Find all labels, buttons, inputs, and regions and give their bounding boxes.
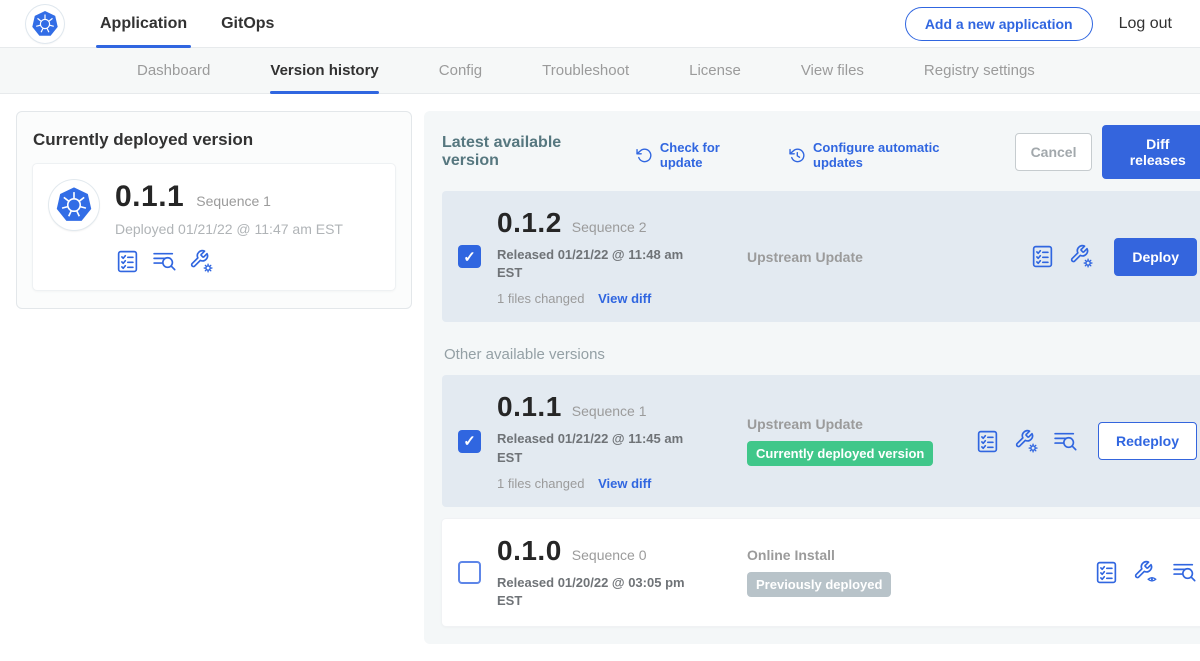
currently-deployed-badge: Currently deployed version [747,441,933,466]
deployed-sequence-label: Sequence 1 [196,193,271,209]
view-config-wrench-eye-icon[interactable] [1133,560,1158,585]
sequence-label: Sequence 0 [572,547,647,563]
view-files-search-icon[interactable] [152,249,177,274]
version-source-label: Upstream Update [747,416,863,432]
refresh-icon [636,147,653,164]
view-diff-link[interactable]: View diff [598,291,651,306]
currently-deployed-title: Currently deployed version [33,130,395,150]
check-for-update-label: Check for update [660,140,764,170]
other-versions-heading: Other available versions [444,346,1200,363]
version-checkbox[interactable]: ✓ [458,430,481,453]
edit-config-wrench-gear-icon[interactable] [1069,244,1094,269]
tab-license[interactable]: License [689,48,741,93]
edit-config-wrench-gear-icon[interactable] [1014,429,1039,454]
kubernetes-logo[interactable] [26,5,64,43]
diff-releases-button[interactable]: Diff releases [1102,125,1200,179]
check-for-update-link[interactable]: Check for update [636,140,763,170]
currently-deployed-panel: Currently deployed version [16,111,412,309]
view-diff-link[interactable]: View diff [598,476,651,491]
add-new-application-button[interactable]: Add a new application [905,7,1093,41]
schedule-refresh-clock-icon [789,147,806,164]
version-source-label: Upstream Update [747,249,863,265]
app-logo [49,180,99,230]
configure-automatic-updates-label: Configure automatic updates [813,140,989,170]
tab-version-history[interactable]: Version history [270,48,378,93]
release-notes-checklist-icon[interactable] [115,249,140,274]
released-timestamp: Released 01/20/22 @ 03:05 pm EST [497,574,697,610]
released-timestamp: Released 01/21/22 @ 11:45 am EST [497,430,697,466]
kubernetes-logo-icon [55,186,93,224]
version-row-0-1-1: ✓ 0.1.1 Sequence 1 Released 01/21/22 @ 1… [442,375,1200,506]
top-nav: Application GitOps Add a new application… [0,0,1200,48]
version-number: 0.1.0 [497,535,562,567]
previously-deployed-badge: Previously deployed [747,572,891,597]
kubernetes-logo-icon [31,10,59,38]
edit-config-wrench-gear-icon[interactable] [189,249,214,274]
logout-link[interactable]: Log out [1119,15,1172,33]
deployed-version-card: 0.1.1 Sequence 1 Deployed 01/21/22 @ 11:… [33,164,395,290]
latest-available-title: Latest available version [442,134,618,170]
nav-tab-gitops[interactable]: GitOps [221,0,274,48]
view-files-search-icon[interactable] [1172,560,1197,585]
sequence-label: Sequence 1 [572,403,647,419]
released-timestamp: Released 01/21/22 @ 11:48 am EST [497,246,697,282]
version-checkbox[interactable]: ✓ [458,245,481,268]
app-sub-nav: Dashboard Version history Config Trouble… [0,48,1200,94]
tab-config[interactable]: Config [439,48,482,93]
version-number: 0.1.1 [497,391,562,423]
version-checkbox[interactable] [458,561,481,584]
tab-registry-settings[interactable]: Registry settings [924,48,1035,93]
version-number: 0.1.2 [497,207,562,239]
version-source-label: Online Install [747,547,835,563]
deployed-version-number: 0.1.1 [115,180,184,214]
sequence-label: Sequence 2 [572,219,647,235]
version-row-0-1-0: 0.1.0 Sequence 0 Released 01/20/22 @ 03:… [442,519,1200,626]
release-notes-checklist-icon[interactable] [1094,560,1119,585]
tab-troubleshoot[interactable]: Troubleshoot [542,48,629,93]
redeploy-button[interactable]: Redeploy [1098,422,1197,460]
version-row-0-1-2: ✓ 0.1.2 Sequence 2 Released 01/21/22 @ 1… [442,191,1200,322]
release-notes-checklist-icon[interactable] [1030,244,1055,269]
deployed-timestamp: Deployed 01/21/22 @ 11:47 am EST [115,221,343,237]
cancel-button[interactable]: Cancel [1015,133,1093,171]
configure-automatic-updates-link[interactable]: Configure automatic updates [789,140,988,170]
nav-tab-application[interactable]: Application [100,0,187,48]
version-history-panel: Latest available version Check for updat… [424,111,1200,644]
tab-view-files[interactable]: View files [801,48,864,93]
main-content: Currently deployed version [0,94,1200,661]
files-changed-label: 1 files changed [497,476,584,491]
deploy-button[interactable]: Deploy [1114,238,1197,276]
tab-dashboard[interactable]: Dashboard [137,48,210,93]
view-files-search-icon[interactable] [1053,429,1078,454]
release-notes-checklist-icon[interactable] [975,429,1000,454]
files-changed-label: 1 files changed [497,291,584,306]
